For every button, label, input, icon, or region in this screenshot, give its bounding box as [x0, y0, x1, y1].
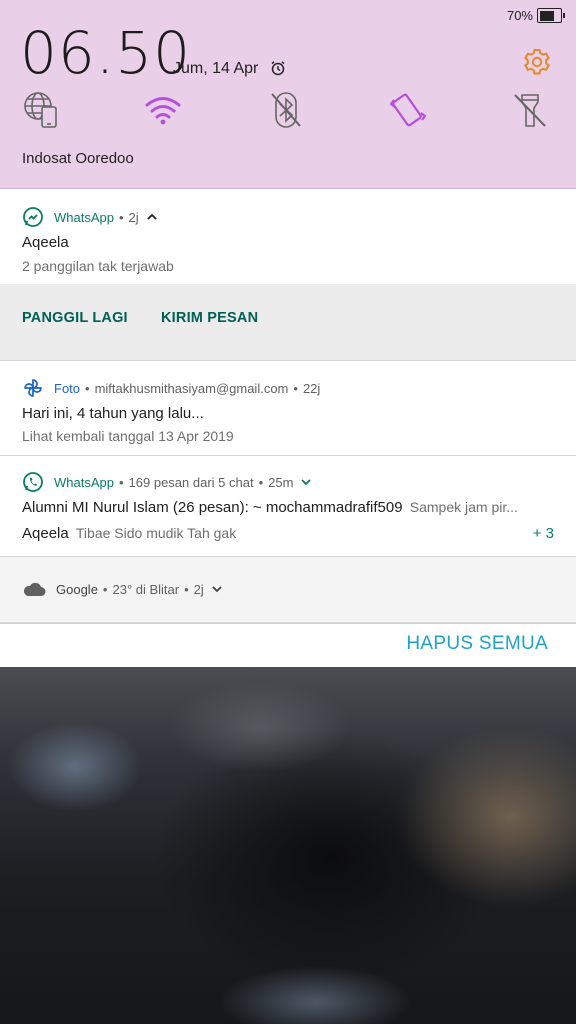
separator-dot: • — [293, 380, 298, 396]
gear-icon[interactable] — [522, 47, 552, 77]
notification-age: 25m — [268, 474, 294, 490]
notification-shade: WhatsApp • 2j Aqeela 2 panggilan tak ter… — [0, 189, 576, 667]
operator-label: Indosat Ooredoo — [22, 150, 134, 167]
call-back-button[interactable]: PANGGIL LAGI — [22, 310, 128, 326]
whatsapp-icon — [23, 472, 43, 492]
blurred-wallpaper[interactable] — [0, 667, 576, 1024]
battery-percent: 70% — [506, 8, 533, 23]
clear-all-bar: HAPUS SEMUA — [0, 623, 576, 667]
alarm-clock-icon — [271, 61, 285, 76]
notification-whatsapp-messages[interactable]: WhatsApp • 169 pesan dari 5 chat • 25m A… — [0, 456, 576, 557]
cloud-icon — [23, 582, 46, 596]
pinwheel-icon — [24, 379, 42, 397]
notification-google-weather[interactable]: Google • 23° di Blitar • 2j — [0, 557, 576, 623]
app-name: Foto — [54, 380, 81, 396]
notification-header: Google • 23° di Blitar • 2j — [22, 581, 223, 597]
chevron-down-icon[interactable] — [300, 476, 312, 488]
clear-all-button[interactable]: HAPUS SEMUA — [406, 633, 548, 655]
separator-dot: • — [102, 581, 108, 597]
battery-icon — [537, 8, 565, 23]
notification-title: Aqeela — [22, 234, 69, 251]
quick-settings-panel: 70% 06.50 Jum, 14 Apr Indosat Ooredoo — [0, 0, 576, 189]
bluetooth-tile[interactable] — [266, 90, 306, 130]
notification-title: Hari ini, 4 tahun yang lalu... — [22, 405, 204, 422]
message-line-2: Aqeela Tibae Sido mudik Tah gak — [22, 525, 236, 542]
app-name: WhatsApp — [54, 209, 114, 225]
app-name: WhatsApp — [54, 474, 114, 490]
message-summary: 169 pesan dari 5 chat — [128, 474, 254, 490]
mobile-data-tile[interactable] — [22, 90, 62, 130]
separator-dot: • — [118, 474, 124, 490]
message-line-1: Alumni MI Nurul Islam (26 pesan): ~ moch… — [22, 499, 562, 516]
globe-phone-icon — [24, 92, 57, 128]
notification-age: 2j — [193, 581, 204, 597]
vibrate-tile[interactable] — [388, 90, 428, 130]
clock[interactable]: 06.50 — [20, 22, 191, 84]
battery-level-fill — [539, 10, 554, 21]
whatsapp-icon — [23, 207, 43, 227]
flashlight-tile[interactable] — [510, 90, 550, 130]
notification-header: WhatsApp • 2j — [22, 206, 158, 228]
account-email: miftakhusmithasiyam@gmail.com — [94, 380, 289, 396]
more-messages-count: + 3 — [532, 525, 554, 542]
battery-indicator: 70% — [506, 8, 565, 23]
chevron-down-icon[interactable] — [211, 583, 223, 595]
message-text: Sampek jam pir... — [409, 499, 518, 515]
date-label[interactable]: Jum, 14 Apr — [173, 60, 258, 78]
app-name: Google — [56, 581, 98, 597]
separator-dot: • — [258, 474, 264, 490]
wifi-icon — [145, 97, 181, 119]
separator-dot: • — [184, 581, 189, 597]
message-sender: Aqeela — [22, 525, 69, 542]
message-text: Tibae Sido mudik Tah gak — [75, 525, 237, 541]
send-message-button[interactable]: KIRIM PESAN — [161, 310, 258, 326]
message-sender: Alumni MI Nurul Islam (26 pesan): ~ moch… — [22, 499, 403, 516]
chevron-up-icon[interactable] — [146, 211, 158, 223]
notification-age: 2j — [128, 209, 139, 225]
notification-text: Lihat kembali tanggal 13 Apr 2019 — [22, 428, 234, 444]
bluetooth-off-icon — [271, 92, 301, 128]
notification-header: Foto • miftakhusmithasiyam@gmail.com • 2… — [22, 377, 320, 399]
notification-actions: PANGGIL LAGI KIRIM PESAN — [0, 284, 576, 360]
wifi-tile[interactable] — [143, 90, 183, 130]
separator-dot: • — [118, 209, 124, 225]
weather-text: 23° di Blitar — [112, 581, 180, 597]
flashlight-off-icon — [514, 94, 546, 127]
notification-header: WhatsApp • 169 pesan dari 5 chat • 25m — [22, 471, 312, 493]
notification-photos[interactable]: Foto • miftakhusmithasiyam@gmail.com • 2… — [0, 361, 576, 456]
notification-text: 2 panggilan tak terjawab — [22, 258, 174, 274]
vibrate-icon — [389, 93, 427, 127]
separator-dot: • — [85, 380, 90, 396]
notification-whatsapp-calls[interactable]: WhatsApp • 2j Aqeela 2 panggilan tak ter… — [0, 189, 576, 361]
notification-age: 22j — [302, 380, 321, 396]
